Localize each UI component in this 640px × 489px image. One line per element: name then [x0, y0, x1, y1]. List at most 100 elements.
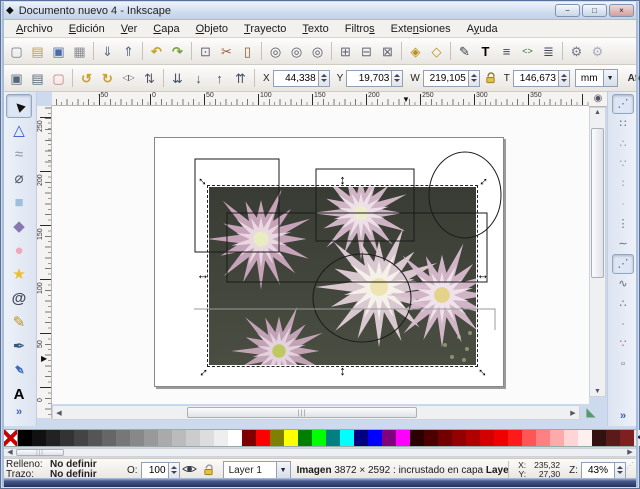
new-document-button[interactable]: ▢ — [6, 41, 27, 62]
swatch-ffff00[interactable] — [284, 430, 298, 446]
x-field[interactable] — [272, 69, 319, 87]
ruler-corner-button[interactable]: ◉ — [589, 92, 607, 107]
vertical-scroll-thumb[interactable] — [591, 128, 604, 278]
pencil-tool[interactable]: ✎ — [6, 310, 32, 334]
swatch-cccccc[interactable] — [186, 430, 200, 446]
swatch-00ffff[interactable] — [340, 430, 354, 446]
select-all-layers-button[interactable]: ▤ — [27, 68, 48, 89]
layer-lock-icon[interactable] — [202, 463, 218, 477]
units-dropdown[interactable]: mm ▼ — [574, 69, 618, 87]
scroll-up-arrow[interactable]: ▲ — [590, 109, 605, 116]
snap-rotation-centers-button[interactable]: ∵ — [612, 334, 634, 354]
swatch-666666[interactable] — [102, 430, 116, 446]
swatch-800000[interactable] — [242, 430, 256, 446]
swatch-000080[interactable] — [354, 430, 368, 446]
raise-button[interactable]: ↑ — [209, 68, 230, 89]
snap-cusp-nodes-button[interactable]: ⋰ — [612, 254, 634, 274]
swatch-ff0000[interactable] — [256, 430, 270, 446]
fill-stroke-dialog-button[interactable]: ✎ — [454, 41, 475, 62]
menu-capa[interactable]: Capa — [145, 22, 187, 36]
open-document-button[interactable]: ▤ — [27, 41, 48, 62]
vertical-scrollbar[interactable]: ▲ ▼ — [589, 107, 606, 397]
swatch-bbbbbb[interactable] — [172, 430, 186, 446]
align-dialog-button[interactable]: ≣ — [538, 41, 559, 62]
ungroup-button[interactable]: ◇ — [426, 41, 447, 62]
swatch-008080[interactable] — [326, 430, 340, 446]
handle-e[interactable]: ↔ — [476, 268, 490, 283]
swatch-ffaaaa[interactable] — [550, 430, 564, 446]
resize-grip[interactable]: ⋰ — [626, 462, 634, 478]
layer-selector[interactable]: Layer 1 ▼ — [222, 461, 291, 479]
layers-dialog-button[interactable]: ≡ — [496, 41, 517, 62]
menu-filtros[interactable]: Filtros — [337, 22, 383, 36]
xml-editor-button[interactable]: <> — [517, 41, 538, 62]
paste-button[interactable]: ▯ — [237, 41, 258, 62]
vertical-ruler[interactable]: 250 200 150 100 50 0 ▶ — [37, 106, 52, 418]
zoom-page-button[interactable]: ◎ — [307, 41, 328, 62]
swatch-f00000[interactable] — [494, 430, 508, 446]
spiral-tool[interactable]: @ — [6, 286, 32, 310]
snap-bbox-centers-button[interactable]: ∙ — [612, 194, 634, 214]
minimize-button[interactable]: − — [555, 4, 580, 17]
horizontal-scrollbar[interactable]: ◀ ||| ▶ — [52, 405, 580, 420]
rectangle-tool[interactable]: ■ — [6, 190, 32, 214]
scroll-down-arrow[interactable]: ▼ — [590, 388, 605, 395]
swatch-d40000[interactable] — [480, 430, 494, 446]
menu-objeto[interactable]: Objeto — [188, 22, 236, 36]
ellipse-tool[interactable]: ● — [6, 238, 32, 262]
swatch-dddddd[interactable] — [200, 430, 214, 446]
snap-bbox-edges-button[interactable]: ∴ — [612, 134, 634, 154]
zoom-field[interactable] — [581, 461, 615, 479]
palette-scrollbar[interactable]: ◀ ||| ▶ — [3, 448, 637, 457]
swatch-eeeeee[interactable] — [214, 430, 228, 446]
swatch-ff00ff[interactable] — [396, 430, 410, 446]
menu-archivo[interactable]: Archivo — [8, 22, 61, 36]
zoom-tool[interactable]: ⌀ — [6, 166, 32, 190]
menu-texto[interactable]: Texto — [294, 22, 336, 36]
swatch-720000[interactable] — [438, 430, 452, 446]
swatch-2a0000[interactable] — [410, 430, 424, 446]
swatch-222222[interactable] — [46, 430, 60, 446]
snap-page-border-button[interactable]: ▫ — [612, 354, 634, 374]
group-button[interactable]: ◈ — [405, 41, 426, 62]
swatch-555555[interactable] — [88, 430, 102, 446]
swatch-888888[interactable] — [130, 430, 144, 446]
save-document-button[interactable]: ▣ — [48, 41, 69, 62]
lower-to-bottom-button[interactable]: ⇊ — [167, 68, 188, 89]
swatch-331111[interactable] — [592, 430, 606, 446]
duplicate-button[interactable]: ⊞ — [335, 41, 356, 62]
swatch-aaaaaa[interactable] — [158, 430, 172, 446]
y-field[interactable] — [346, 69, 393, 87]
snap-bbox-midpoints-button[interactable]: ∶ — [612, 174, 634, 194]
raise-to-top-button[interactable]: ⇈ — [230, 68, 251, 89]
handle-n[interactable]: ↕ — [336, 173, 350, 188]
y-spinner[interactable] — [392, 69, 404, 87]
menu-ver[interactable]: Ver — [113, 22, 146, 36]
color-managed-mode-icon[interactable]: ◣ — [582, 405, 600, 421]
export-button[interactable]: ⇑ — [118, 41, 139, 62]
print-button[interactable]: ▦ — [69, 41, 90, 62]
swatch-none[interactable] — [4, 430, 18, 446]
swatch-ff8080[interactable] — [536, 430, 550, 446]
node-tool[interactable]: △ — [6, 118, 32, 142]
zoom-drawing-button[interactable]: ◎ — [286, 41, 307, 62]
swatch-ffd5d5[interactable] — [564, 430, 578, 446]
swatch-4c0000[interactable] — [424, 430, 438, 446]
star-tool[interactable]: ★ — [6, 262, 32, 286]
swatch-333333[interactable] — [60, 430, 74, 446]
text-tool[interactable]: A — [6, 382, 32, 406]
create-clone-button[interactable]: ⊟ — [356, 41, 377, 62]
import-button[interactable]: ⇓ — [97, 41, 118, 62]
swatch-0000ff[interactable] — [368, 430, 382, 446]
layer-dropdown-arrow[interactable]: ▼ — [275, 462, 290, 478]
toolbox-overflow-button[interactable]: » — [16, 406, 22, 418]
select-all-button[interactable]: ▣ — [6, 68, 27, 89]
cut-button[interactable]: ✂ — [216, 41, 237, 62]
snapbar-overflow-button[interactable]: » — [613, 410, 633, 422]
swatch-808000[interactable] — [270, 430, 284, 446]
swatch-000000[interactable] — [18, 430, 32, 446]
rotate-ccw-button[interactable]: ↺ — [76, 68, 97, 89]
calligraphy-tool[interactable]: ✒ — [6, 358, 32, 382]
lower-button[interactable]: ↓ — [188, 68, 209, 89]
height-spinner[interactable] — [558, 69, 570, 87]
